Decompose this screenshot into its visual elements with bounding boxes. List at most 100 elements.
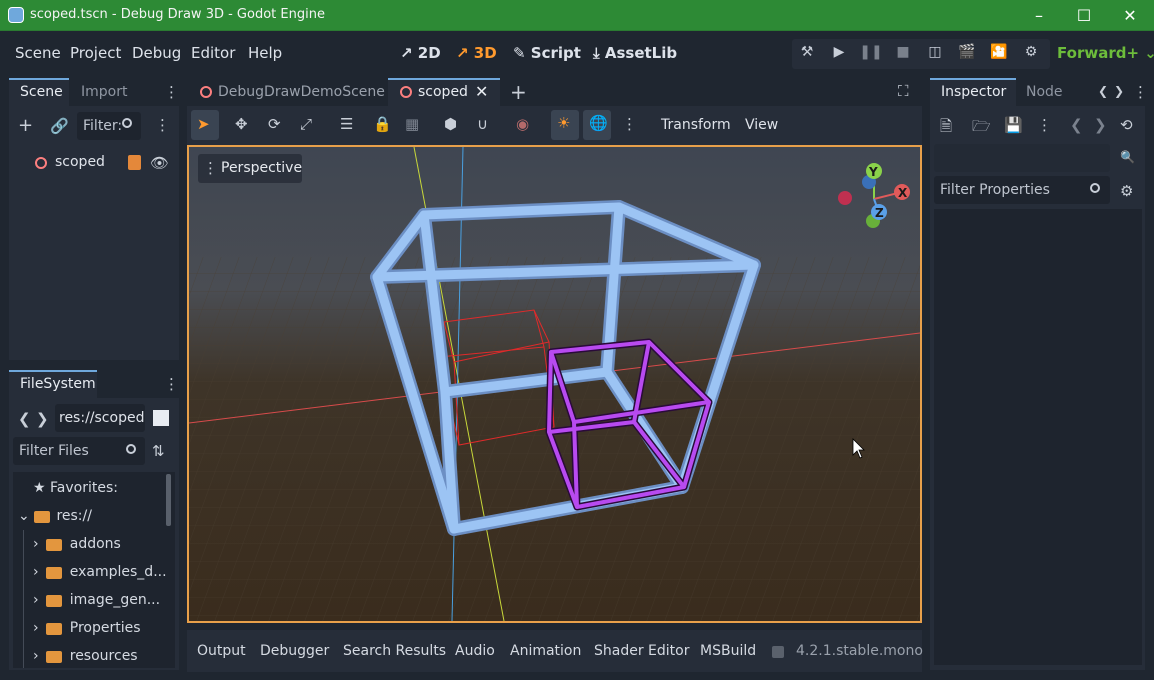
file-search-icon (126, 444, 136, 454)
pause-icon[interactable]: ❚❚ (858, 44, 884, 64)
godot-logo-icon (8, 7, 24, 23)
history-icon[interactable]: ⟲ (1120, 116, 1133, 134)
object-selector[interactable] (934, 144, 1110, 172)
perspective-label: Perspective (221, 160, 303, 176)
move-tool-icon[interactable]: ✥ (235, 115, 248, 133)
menu-editor[interactable]: Editor (191, 44, 235, 62)
script-icon: ✎ (513, 44, 531, 62)
open-resource-icon[interactable]: 🗁 (972, 116, 991, 141)
rotate-tool-icon[interactable]: ⟳ (268, 115, 281, 133)
movie-maker-icon[interactable]: ⚙ (1018, 44, 1044, 64)
tab-scoped-label: scoped (418, 84, 468, 100)
folder-icon (46, 623, 62, 635)
viewport-scene: Y X Z (189, 147, 920, 621)
tab-filesystem-label: FileSystem (20, 376, 96, 392)
version-label: 4.2.1.stable.mono (796, 643, 923, 659)
back-icon[interactable]: ❮ (18, 410, 31, 428)
script-attached-icon[interactable] (128, 155, 141, 170)
folder-icon (46, 567, 62, 579)
environment-globe-icon: 🌐 (589, 114, 608, 132)
stop-icon[interactable]: ■ (890, 44, 916, 64)
group-icon[interactable]: ▦ (405, 115, 419, 133)
update-spinner-icon[interactable] (772, 646, 784, 658)
play-icon[interactable]: ▶ (826, 44, 852, 64)
dock-menu-icon[interactable]: ⋮ (164, 83, 179, 101)
view-menu[interactable]: View (745, 117, 778, 133)
visibility-eye-icon[interactable]: 👁 (150, 154, 169, 172)
bottom-tab-shader-editor[interactable]: Shader Editor (594, 643, 689, 659)
tabs-right-icon[interactable]: ❯ (1114, 84, 1124, 98)
tabs-left-icon[interactable]: ❮ (1098, 84, 1108, 98)
new-resource-icon[interactable]: 🗎 (940, 116, 952, 141)
tab-inspector-label: Inspector (941, 84, 1007, 100)
fullscreen-icon[interactable]: ⛶ (898, 82, 909, 100)
node3d-icon (35, 157, 47, 169)
close-tab-icon[interactable]: ✕ (475, 82, 488, 101)
menu-help[interactable]: Help (248, 44, 282, 62)
window-title: scoped.tscn - Debug Draw 3D - Godot Engi… (30, 7, 325, 22)
minimize-icon[interactable]: – (1016, 0, 1062, 31)
bottom-tab-output[interactable]: Output (197, 643, 246, 659)
history-forward-icon[interactable]: ❯ (1094, 116, 1107, 134)
res-root-row[interactable]: ⌄ res:// (18, 508, 92, 524)
forward-icon[interactable]: ❯ (36, 410, 49, 428)
env-menu-icon[interactable]: ⋮ (622, 115, 637, 133)
play-scene-icon[interactable]: 🎬 (954, 44, 980, 64)
list-select-icon[interactable]: ☰ (340, 115, 353, 133)
maximize-icon[interactable]: ☐ (1061, 0, 1107, 31)
lock-icon[interactable]: 🔒 (373, 115, 392, 133)
resource-menu-icon[interactable]: ⋮ (1037, 116, 1052, 134)
inspector-dock-menu-icon[interactable]: ⋮ (1133, 83, 1148, 101)
bottom-tab-search-results[interactable]: Search Results (343, 643, 446, 659)
gizmo-y-label: Y (868, 165, 878, 179)
node3d-icon (400, 86, 412, 98)
tab-import[interactable]: Import (81, 84, 127, 100)
mode-3d-button[interactable]: ↗ 3D (456, 44, 497, 62)
folder-icon (46, 539, 62, 551)
inspector-content (934, 209, 1142, 665)
menu-scene[interactable]: Scene (15, 44, 61, 62)
3d-viewport[interactable]: Y X Z ⋮ Perspective (187, 145, 922, 623)
doc-search-icon[interactable]: 🔍 (1120, 150, 1135, 164)
close-icon[interactable]: ✕ (1107, 0, 1153, 31)
remote-debug-icon[interactable]: ◫ (922, 44, 948, 64)
renderer-select[interactable]: Forward+ ⌄ (1057, 44, 1154, 62)
add-tab-icon[interactable]: + (510, 80, 527, 104)
menu-debug[interactable]: Debug (132, 44, 181, 62)
link-icon[interactable]: 🔗 (50, 117, 69, 135)
file-tree-scrollbar[interactable] (166, 474, 171, 526)
mode-2d-button[interactable]: ↗ 2D (400, 44, 441, 62)
select-arrow-icon: ➤ (197, 115, 210, 133)
sort-icon[interactable]: ⇅ (152, 442, 165, 460)
transform-menu[interactable]: Transform (661, 117, 731, 133)
build-icon[interactable]: ⚒ (794, 44, 820, 64)
add-node-icon[interactable]: + (18, 115, 33, 136)
snap-icon[interactable]: ∪ (477, 115, 488, 133)
favorites-row[interactable]: ★ Favorites: (33, 480, 118, 496)
scene-root-node: scoped (55, 154, 105, 170)
tree-guide (23, 530, 24, 668)
mode-script-button[interactable]: ✎ Script (513, 44, 581, 62)
3d-icon: ↗ (456, 44, 474, 62)
bottom-tab-animation[interactable]: Animation (510, 643, 581, 659)
scene-menu-icon[interactable]: ⋮ (155, 116, 170, 134)
local-space-icon[interactable]: ⬢ (444, 115, 457, 133)
download-icon: ⤓ (593, 44, 605, 62)
mode-assetlib-button[interactable]: ⤓ AssetLib (593, 44, 677, 62)
split-view-icon[interactable] (153, 410, 169, 426)
gizmo-z-label: Z (875, 206, 884, 220)
camera-preview-icon[interactable]: ◉ (516, 115, 529, 133)
property-options-icon[interactable]: ⚙ (1120, 182, 1133, 200)
tab-node[interactable]: Node (1026, 84, 1063, 100)
bottom-tab-debugger[interactable]: Debugger (260, 643, 329, 659)
menu-project[interactable]: Project (70, 44, 121, 62)
scale-tool-icon[interactable]: ⤢ (300, 115, 312, 133)
history-back-icon[interactable]: ❮ (1070, 116, 1083, 134)
gizmo-x-label: X (898, 186, 908, 200)
play-custom-icon[interactable]: 🎦 (986, 44, 1012, 64)
filesystem-menu-icon[interactable]: ⋮ (164, 375, 179, 393)
bottom-tab-msbuild[interactable]: MSBuild (700, 643, 756, 659)
save-resource-icon[interactable]: 💾 (1004, 116, 1023, 134)
folder-icon (46, 651, 62, 663)
bottom-tab-audio[interactable]: Audio (455, 643, 495, 659)
